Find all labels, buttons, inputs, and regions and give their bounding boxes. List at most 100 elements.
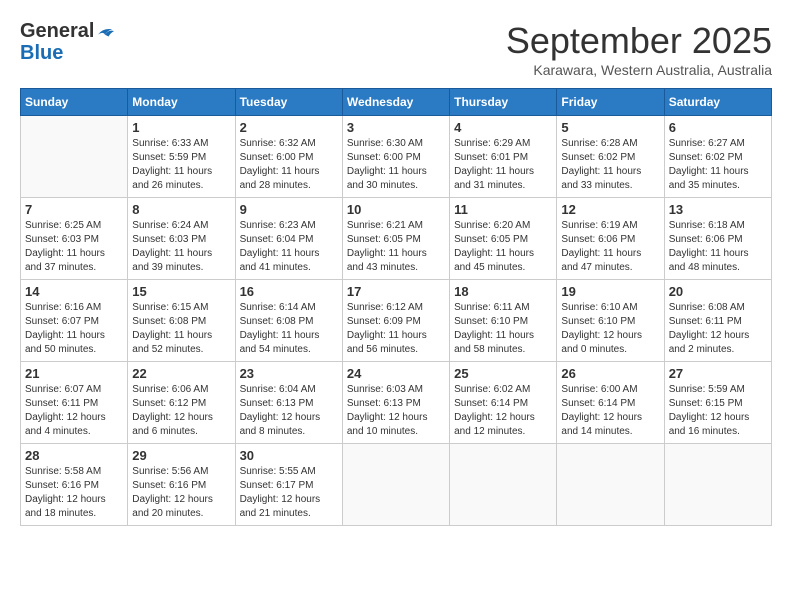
day-info: Sunrise: 6:11 AM Sunset: 6:10 PM Dayligh… bbox=[454, 301, 552, 357]
day-info: Sunrise: 5:58 AM Sunset: 6:16 PM Dayligh… bbox=[25, 465, 123, 521]
calendar-cell: 4 Sunrise: 6:29 AM Sunset: 6:01 PM Daylig… bbox=[450, 116, 557, 198]
day-info: Sunrise: 6:10 AM Sunset: 6:10 PM Dayligh… bbox=[561, 301, 659, 357]
calendar-cell: 20 Sunrise: 6:08 AM Sunset: 6:11 PM Dayli… bbox=[664, 280, 771, 362]
calendar-cell bbox=[450, 444, 557, 526]
calendar-cell: 18Sunrise: 6:11 AM Sunset: 6:10 PM Dayli… bbox=[450, 280, 557, 362]
day-number: 21 bbox=[25, 366, 123, 381]
calendar-cell bbox=[557, 444, 664, 526]
day-header-friday: Friday bbox=[557, 89, 664, 116]
day-info: Sunrise: 5:55 AM Sunset: 6:17 PM Dayligh… bbox=[240, 465, 338, 521]
calendar-cell: 27 Sunrise: 5:59 AM Sunset: 6:15 PM Dayli… bbox=[664, 362, 771, 444]
page-header: General Blue September 2025 Karawara, We… bbox=[20, 20, 772, 78]
calendar-week-3: 21 Sunrise: 6:07 AM Sunset: 6:11 PM Dayli… bbox=[21, 362, 772, 444]
day-number: 15 bbox=[132, 284, 230, 299]
day-number: 16 bbox=[240, 284, 338, 299]
calendar-header-row: SundayMondayTuesdayWednesdayThursdayFrid… bbox=[21, 89, 772, 116]
calendar-week-4: 28 Sunrise: 5:58 AM Sunset: 6:16 PM Dayli… bbox=[21, 444, 772, 526]
day-info: Sunrise: 6:32 AM Sunset: 6:00 PM Dayligh… bbox=[240, 137, 338, 193]
calendar-cell: 15 Sunrise: 6:15 AM Sunset: 6:08 PM Dayli… bbox=[128, 280, 235, 362]
day-number: 14 bbox=[25, 284, 123, 299]
calendar-week-2: 14 Sunrise: 6:16 AM Sunset: 6:07 PM Dayli… bbox=[21, 280, 772, 362]
day-header-sunday: Sunday bbox=[21, 89, 128, 116]
day-header-wednesday: Wednesday bbox=[342, 89, 449, 116]
day-number: 29 bbox=[132, 448, 230, 463]
calendar-cell: 28 Sunrise: 5:58 AM Sunset: 6:16 PM Dayli… bbox=[21, 444, 128, 526]
day-number: 5 bbox=[561, 120, 659, 135]
day-number: 3 bbox=[347, 120, 445, 135]
day-number: 12 bbox=[561, 202, 659, 217]
day-info: Sunrise: 6:16 AM Sunset: 6:07 PM Dayligh… bbox=[25, 301, 123, 357]
month-title: September 2025 bbox=[506, 20, 772, 62]
day-number: 28 bbox=[25, 448, 123, 463]
calendar-week-0: 1 Sunrise: 6:33 AM Sunset: 5:59 PM Daylig… bbox=[21, 116, 772, 198]
day-number: 9 bbox=[240, 202, 338, 217]
day-info: Sunrise: 6:33 AM Sunset: 5:59 PM Dayligh… bbox=[132, 137, 230, 193]
day-header-monday: Monday bbox=[128, 89, 235, 116]
day-number: 2 bbox=[240, 120, 338, 135]
day-info: Sunrise: 6:00 AM Sunset: 6:14 PM Dayligh… bbox=[561, 383, 659, 439]
calendar-cell: 13Sunrise: 6:18 AM Sunset: 6:06 PM Dayli… bbox=[664, 198, 771, 280]
calendar-cell bbox=[664, 444, 771, 526]
calendar-cell: 8 Sunrise: 6:24 AM Sunset: 6:03 PM Daylig… bbox=[128, 198, 235, 280]
day-number: 10 bbox=[347, 202, 445, 217]
day-header-thursday: Thursday bbox=[450, 89, 557, 116]
day-number: 8 bbox=[132, 202, 230, 217]
logo: General Blue bbox=[20, 20, 114, 64]
day-info: Sunrise: 5:59 AM Sunset: 6:15 PM Dayligh… bbox=[669, 383, 767, 439]
calendar-cell: 17 Sunrise: 6:12 AM Sunset: 6:09 PM Dayli… bbox=[342, 280, 449, 362]
day-info: Sunrise: 6:23 AM Sunset: 6:04 PM Dayligh… bbox=[240, 219, 338, 275]
title-area: September 2025 Karawara, Western Austral… bbox=[506, 20, 772, 78]
day-number: 25 bbox=[454, 366, 552, 381]
calendar-cell: 1 Sunrise: 6:33 AM Sunset: 5:59 PM Daylig… bbox=[128, 116, 235, 198]
calendar-cell: 19 Sunrise: 6:10 AM Sunset: 6:10 PM Dayli… bbox=[557, 280, 664, 362]
day-info: Sunrise: 6:12 AM Sunset: 6:09 PM Dayligh… bbox=[347, 301, 445, 357]
day-header-tuesday: Tuesday bbox=[235, 89, 342, 116]
day-number: 20 bbox=[669, 284, 767, 299]
day-info: Sunrise: 6:03 AM Sunset: 6:13 PM Dayligh… bbox=[347, 383, 445, 439]
calendar-cell bbox=[342, 444, 449, 526]
day-number: 6 bbox=[669, 120, 767, 135]
day-number: 24 bbox=[347, 366, 445, 381]
day-number: 7 bbox=[25, 202, 123, 217]
calendar-cell: 26 Sunrise: 6:00 AM Sunset: 6:14 PM Dayli… bbox=[557, 362, 664, 444]
day-number: 1 bbox=[132, 120, 230, 135]
day-info: Sunrise: 6:06 AM Sunset: 6:12 PM Dayligh… bbox=[132, 383, 230, 439]
day-number: 11 bbox=[454, 202, 552, 217]
calendar-cell bbox=[21, 116, 128, 198]
calendar-cell: 30Sunrise: 5:55 AM Sunset: 6:17 PM Dayli… bbox=[235, 444, 342, 526]
calendar-table: SundayMondayTuesdayWednesdayThursdayFrid… bbox=[20, 88, 772, 526]
day-number: 4 bbox=[454, 120, 552, 135]
calendar-cell: 29 Sunrise: 5:56 AM Sunset: 6:16 PM Dayli… bbox=[128, 444, 235, 526]
day-info: Sunrise: 6:27 AM Sunset: 6:02 PM Dayligh… bbox=[669, 137, 767, 193]
calendar-cell: 6 Sunrise: 6:27 AM Sunset: 6:02 PM Daylig… bbox=[664, 116, 771, 198]
calendar-cell: 25 Sunrise: 6:02 AM Sunset: 6:14 PM Dayli… bbox=[450, 362, 557, 444]
day-number: 27 bbox=[669, 366, 767, 381]
day-header-saturday: Saturday bbox=[664, 89, 771, 116]
calendar-cell: 12 Sunrise: 6:19 AM Sunset: 6:06 PM Dayli… bbox=[557, 198, 664, 280]
calendar-cell: 22 Sunrise: 6:06 AM Sunset: 6:12 PM Dayli… bbox=[128, 362, 235, 444]
calendar-cell: 2 Sunrise: 6:32 AM Sunset: 6:00 PM Daylig… bbox=[235, 116, 342, 198]
day-number: 19 bbox=[561, 284, 659, 299]
day-info: Sunrise: 6:29 AM Sunset: 6:01 PM Dayligh… bbox=[454, 137, 552, 193]
calendar-cell: 10Sunrise: 6:21 AM Sunset: 6:05 PM Dayli… bbox=[342, 198, 449, 280]
day-info: Sunrise: 6:15 AM Sunset: 6:08 PM Dayligh… bbox=[132, 301, 230, 357]
day-info: Sunrise: 6:19 AM Sunset: 6:06 PM Dayligh… bbox=[561, 219, 659, 275]
day-info: Sunrise: 6:07 AM Sunset: 6:11 PM Dayligh… bbox=[25, 383, 123, 439]
day-number: 22 bbox=[132, 366, 230, 381]
day-number: 23 bbox=[240, 366, 338, 381]
calendar-cell: 3 Sunrise: 6:30 AM Sunset: 6:00 PM Daylig… bbox=[342, 116, 449, 198]
day-info: Sunrise: 6:24 AM Sunset: 6:03 PM Dayligh… bbox=[132, 219, 230, 275]
calendar-cell: 14 Sunrise: 6:16 AM Sunset: 6:07 PM Dayli… bbox=[21, 280, 128, 362]
day-info: Sunrise: 6:30 AM Sunset: 6:00 PM Dayligh… bbox=[347, 137, 445, 193]
calendar-cell: 9 Sunrise: 6:23 AM Sunset: 6:04 PM Daylig… bbox=[235, 198, 342, 280]
calendar-cell: 11Sunrise: 6:20 AM Sunset: 6:05 PM Dayli… bbox=[450, 198, 557, 280]
day-info: Sunrise: 6:14 AM Sunset: 6:08 PM Dayligh… bbox=[240, 301, 338, 357]
day-info: Sunrise: 5:56 AM Sunset: 6:16 PM Dayligh… bbox=[132, 465, 230, 521]
day-number: 26 bbox=[561, 366, 659, 381]
calendar-cell: 16 Sunrise: 6:14 AM Sunset: 6:08 PM Dayli… bbox=[235, 280, 342, 362]
location-subtitle: Karawara, Western Australia, Australia bbox=[506, 62, 772, 78]
day-number: 17 bbox=[347, 284, 445, 299]
day-info: Sunrise: 6:02 AM Sunset: 6:14 PM Dayligh… bbox=[454, 383, 552, 439]
day-info: Sunrise: 6:08 AM Sunset: 6:11 PM Dayligh… bbox=[669, 301, 767, 357]
day-info: Sunrise: 6:18 AM Sunset: 6:06 PM Dayligh… bbox=[669, 219, 767, 275]
